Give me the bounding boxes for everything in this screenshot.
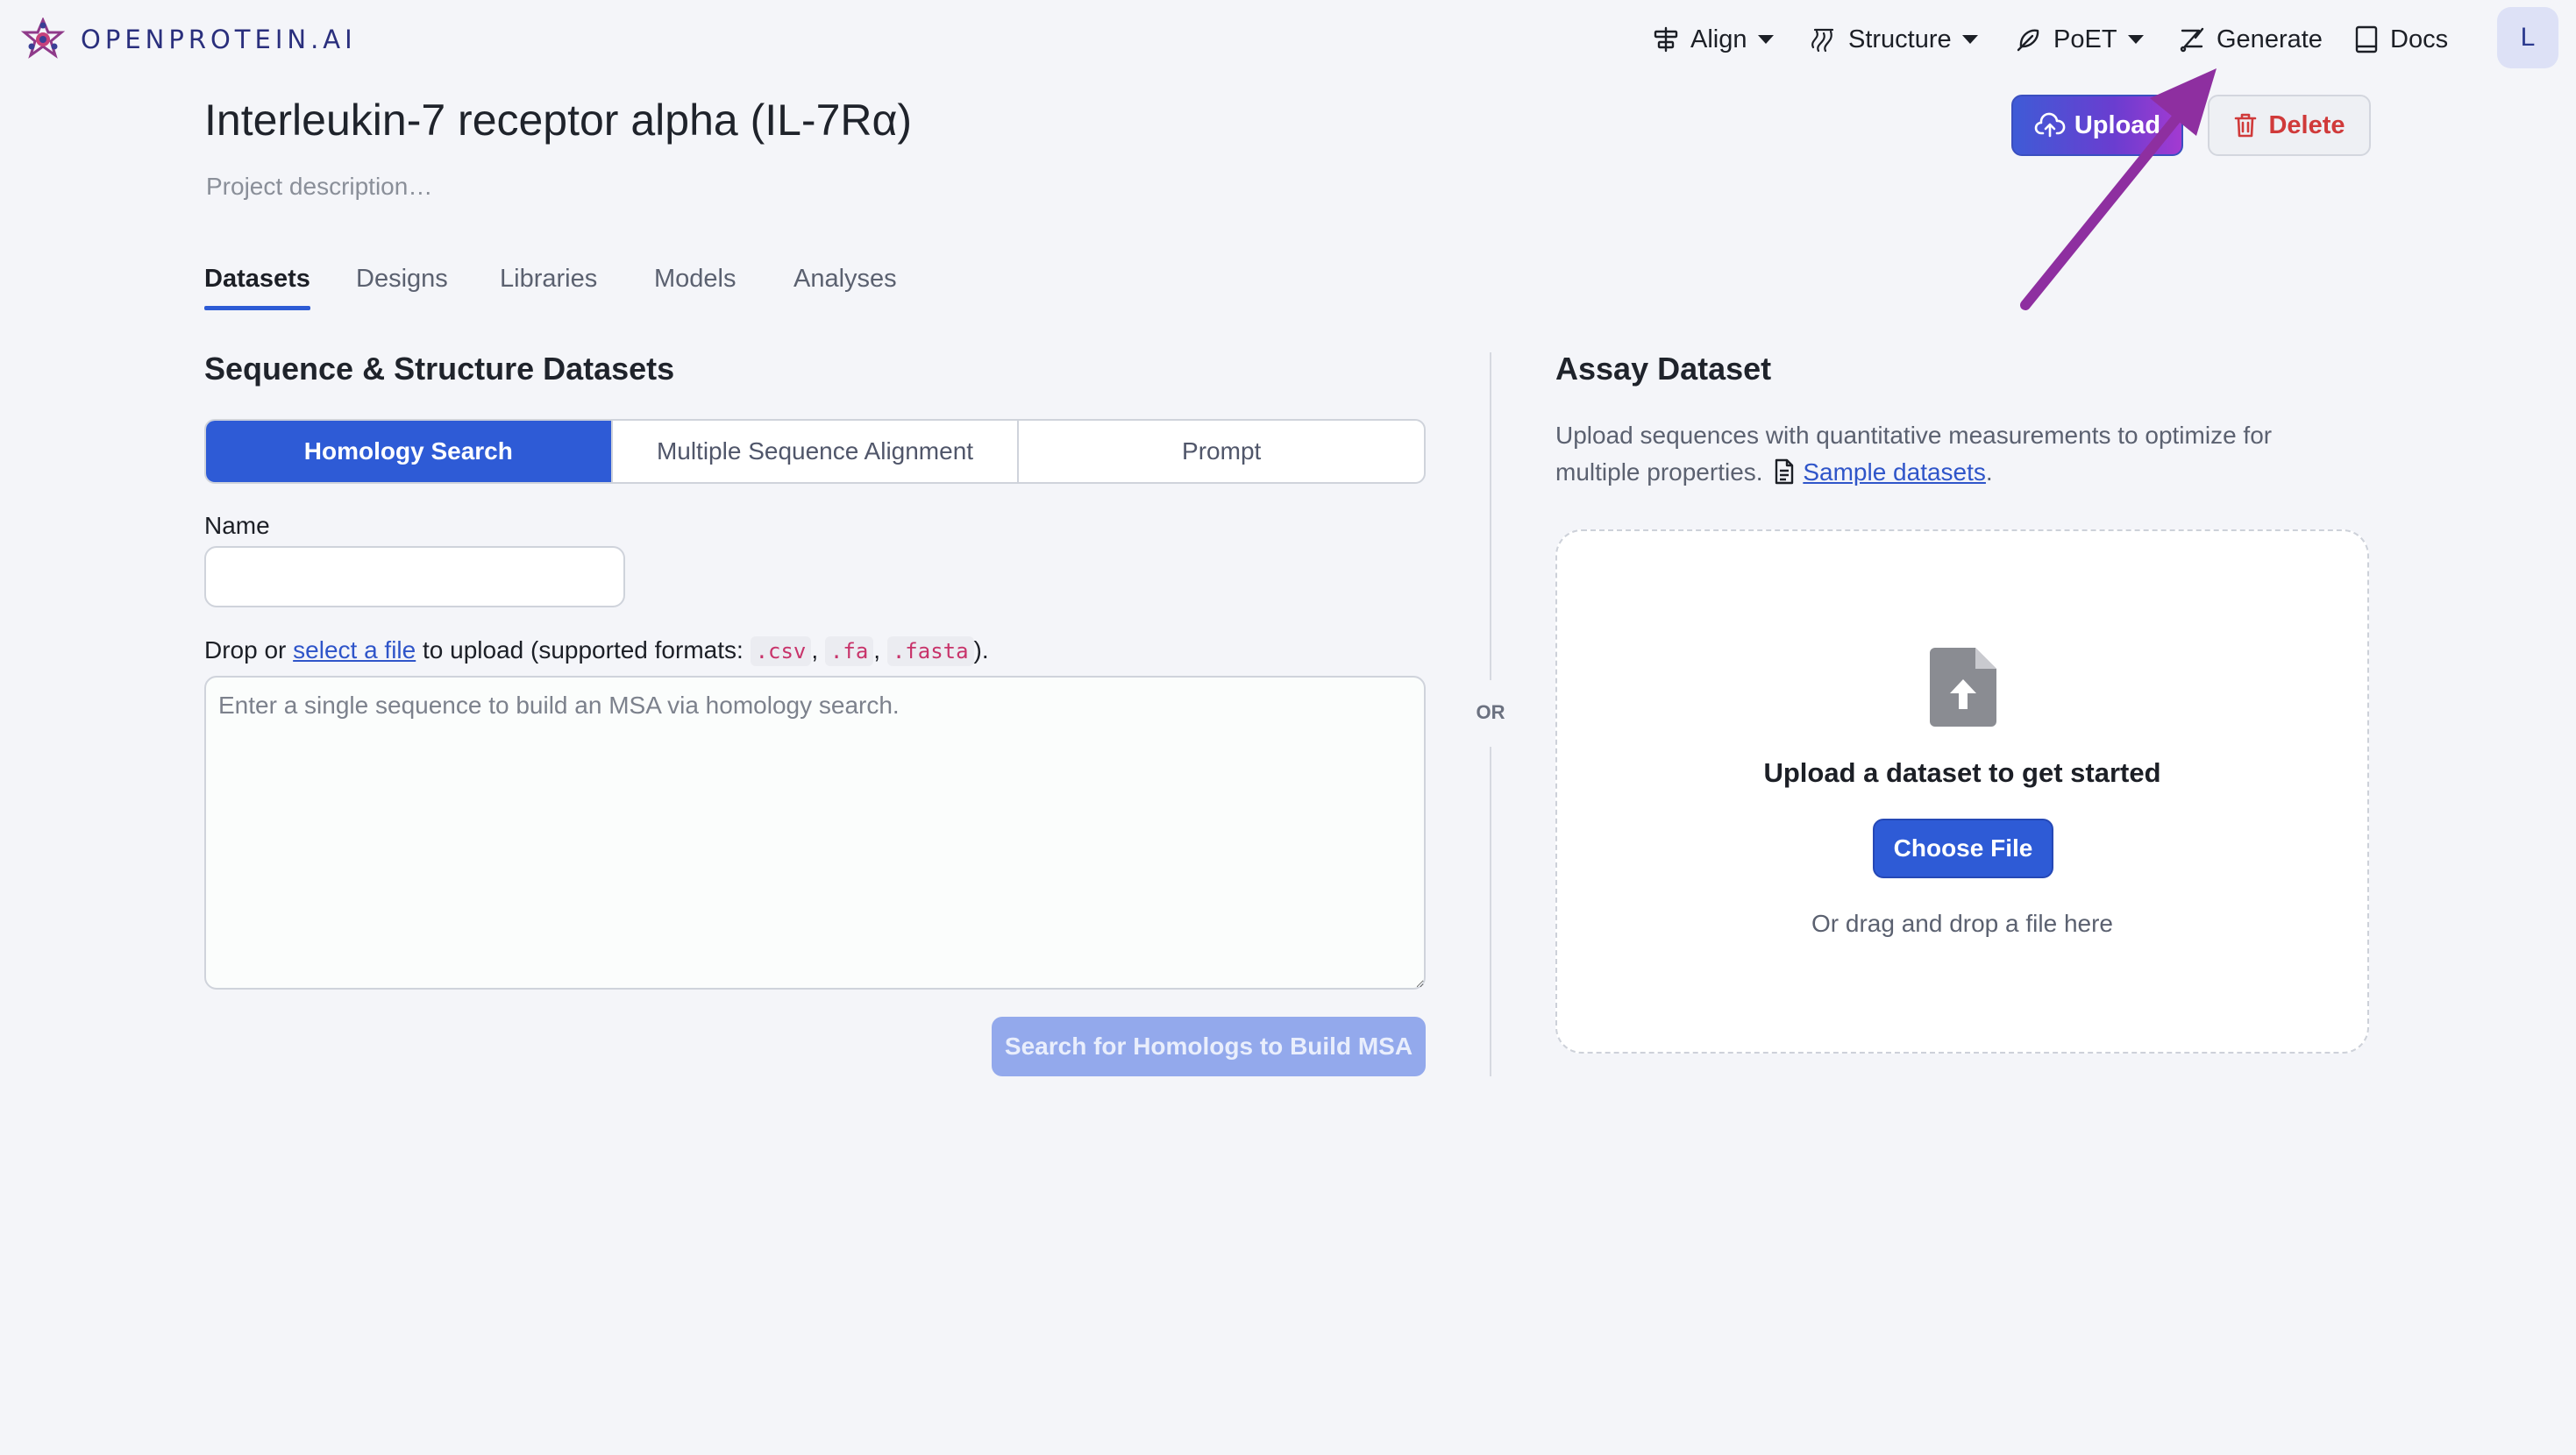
format-fa: .fa [824,636,874,666]
or-separator: OR [1476,701,1505,723]
nav-generate-link[interactable]: Generate [2178,19,2323,60]
brand-logo[interactable]: OPENPROTEIN.AI [21,18,357,61]
divider-line [1490,352,1491,680]
sequence-input[interactable] [204,676,1426,990]
tab-designs[interactable]: Designs [356,265,448,310]
nav-poet-label: PoET [2053,25,2117,53]
delete-label: Delete [2268,110,2345,139]
nav-structure-menu[interactable]: Structure [1808,19,1978,60]
book-icon [2355,25,2378,53]
name-label: Name [204,512,270,539]
divider-line [1490,747,1491,1076]
assay-dropzone[interactable]: Upload a dataset to get started Choose F… [1555,529,2369,1054]
assay-description-end: . [1985,458,1993,486]
nav-docs-link[interactable]: Docs [2353,19,2448,60]
assay-description: Upload sequences with quantitative measu… [1555,417,2327,491]
drop-prefix: Drop or [204,636,287,664]
mode-homology-search[interactable]: Homology Search [206,421,613,482]
file-upload-icon [1930,648,1996,727]
name-input[interactable] [204,546,625,607]
drop-middle: to upload (supported formats: [423,636,744,664]
drop-suffix: ). [973,636,989,664]
upload-button[interactable]: Upload [2011,95,2183,156]
trash-icon [2235,113,2257,138]
nav-align-menu[interactable]: Align [1652,19,1774,60]
upload-instructions: Drop or select a file to upload (support… [204,636,989,666]
tab-analyses[interactable]: Analyses [793,265,897,310]
chevron-down-icon [1757,35,1774,44]
assay-dataset-title: Assay Dataset [1555,351,1772,387]
upload-label: Upload [2074,110,2161,139]
user-avatar[interactable]: L [2497,7,2558,68]
document-icon [1775,458,1794,485]
mode-multiple-sequence-alignment[interactable]: Multiple Sequence Alignment [613,421,1020,482]
sample-datasets-link[interactable]: Sample datasets [1803,458,1986,486]
choose-file-button[interactable]: Choose File [1873,819,2053,878]
nav-generate-label: Generate [2217,25,2323,53]
project-description[interactable]: Project description… [206,173,432,201]
generate-icon [2180,27,2204,53]
chevron-down-icon [1961,35,1978,44]
feather-icon [2017,29,2039,52]
format-fasta: .fasta [886,636,974,666]
openprotein-logo-icon [21,18,65,59]
delete-button[interactable]: Delete [2208,95,2371,156]
dataset-mode-selector: Homology Search Multiple Sequence Alignm… [204,419,1426,484]
nav-structure-label: Structure [1848,25,1952,53]
structure-icon [1811,28,1834,53]
cloud-upload-icon [2034,112,2066,138]
chevron-down-icon [2127,35,2144,44]
dropzone-title: Upload a dataset to get started [1763,757,2161,788]
nav-poet-menu[interactable]: PoET [2015,19,2144,60]
tab-libraries[interactable]: Libraries [500,265,597,310]
search-homologs-button[interactable]: Search for Homologs to Build MSA [992,1017,1426,1076]
tab-datasets[interactable]: Datasets [204,265,310,310]
project-title[interactable]: Interleukin-7 receptor alpha (IL-7Rα) [204,95,912,146]
format-csv: .csv [750,636,812,666]
tab-models[interactable]: Models [654,265,737,310]
brand-name: OPENPROTEIN.AI [81,25,357,54]
mode-prompt[interactable]: Prompt [1019,421,1424,482]
sequence-structure-title: Sequence & Structure Datasets [204,351,675,387]
drag-drop-hint: Or drag and drop a file here [1811,910,2113,937]
align-icon [1654,26,1678,53]
nav-align-label: Align [1690,25,1747,53]
nav-docs-label: Docs [2390,25,2449,53]
top-navigation: OPENPROTEIN.AI Align Structure PoET Gene… [0,0,2576,79]
select-file-link[interactable]: select a file [293,636,416,664]
